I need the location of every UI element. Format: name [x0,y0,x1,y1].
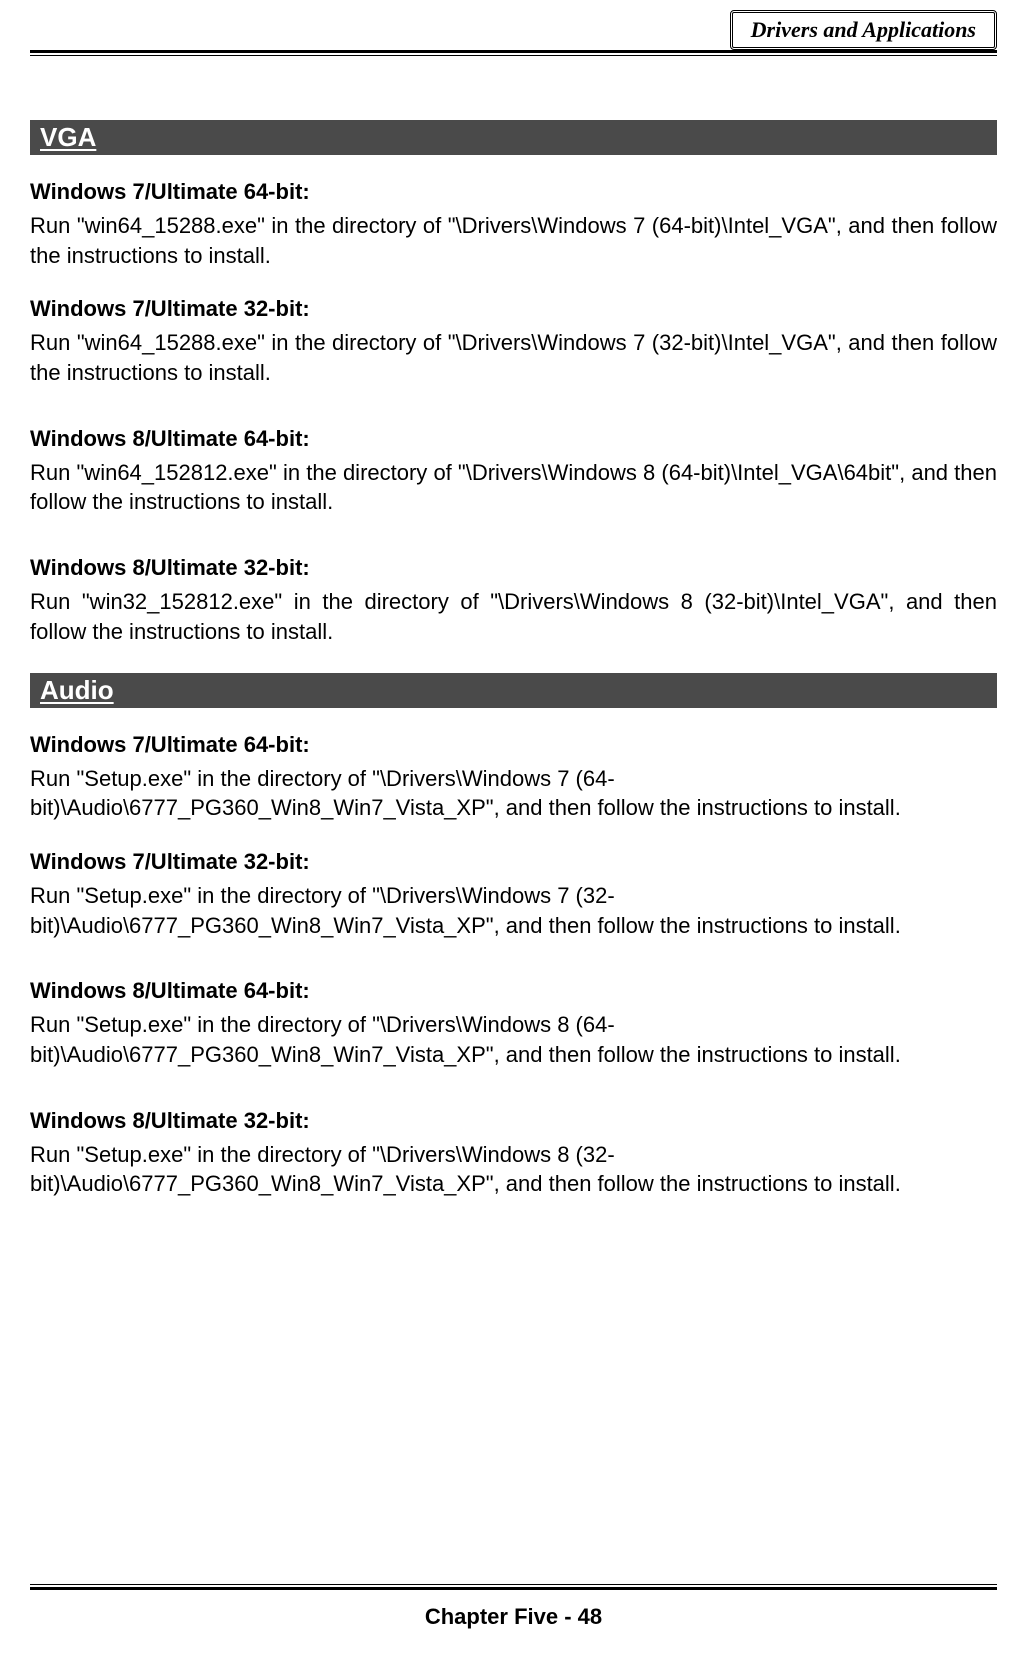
entry-body: Run "Setup.exe" in the directory of "\Dr… [30,764,997,823]
entry-body: Run "win64_15288.exe" in the directory o… [30,211,997,270]
entry-audio-win8-64: Windows 8/Ultimate 64-bit: Run "Setup.ex… [30,978,997,1069]
entry-heading: Windows 8/Ultimate 32-bit: [30,555,997,581]
document-page: Drivers and Applications VGA Windows 7/U… [0,0,1027,1660]
entry-audio-win7-64: Windows 7/Ultimate 64-bit: Run "Setup.ex… [30,732,997,823]
footer-horizontal-rule [30,1584,997,1590]
entry-body: Run "win64_152812.exe" in the directory … [30,458,997,517]
entry-heading: Windows 7/Ultimate 64-bit: [30,732,997,758]
entry-body: Run "win32_152812.exe" in the directory … [30,587,997,646]
entry-body: Run "Setup.exe" in the directory of "\Dr… [30,1140,997,1199]
entry-heading: Windows 7/Ultimate 64-bit: [30,179,997,205]
entry-vga-win8-32: Windows 8/Ultimate 32-bit: Run "win32_15… [30,555,997,646]
entry-audio-win7-32: Windows 7/Ultimate 32-bit: Run "Setup.ex… [30,849,997,940]
entry-body: Run "Setup.exe" in the directory of "\Dr… [30,1010,997,1069]
header-badge: Drivers and Applications [730,10,997,50]
entry-heading: Windows 8/Ultimate 64-bit: [30,978,997,1004]
document-content: VGA Windows 7/Ultimate 64-bit: Run "win6… [30,20,997,1199]
entry-heading: Windows 7/Ultimate 32-bit: [30,849,997,875]
section-title-audio: Audio [30,673,997,708]
entry-vga-win7-64: Windows 7/Ultimate 64-bit: Run "win64_15… [30,179,997,270]
entry-heading: Windows 8/Ultimate 32-bit: [30,1108,997,1134]
entry-body: Run "Setup.exe" in the directory of "\Dr… [30,881,997,940]
entry-heading: Windows 8/Ultimate 64-bit: [30,426,997,452]
footer-page-label: Chapter Five - 48 [0,1604,1027,1630]
entry-vga-win8-64: Windows 8/Ultimate 64-bit: Run "win64_15… [30,426,997,517]
entry-vga-win7-32: Windows 7/Ultimate 32-bit: Run "win64_15… [30,296,997,387]
entry-heading: Windows 7/Ultimate 32-bit: [30,296,997,322]
top-horizontal-rule [30,50,997,56]
section-title-vga: VGA [30,120,997,155]
entry-body: Run "win64_15288.exe" in the directory o… [30,328,997,387]
entry-audio-win8-32: Windows 8/Ultimate 32-bit: Run "Setup.ex… [30,1108,997,1199]
